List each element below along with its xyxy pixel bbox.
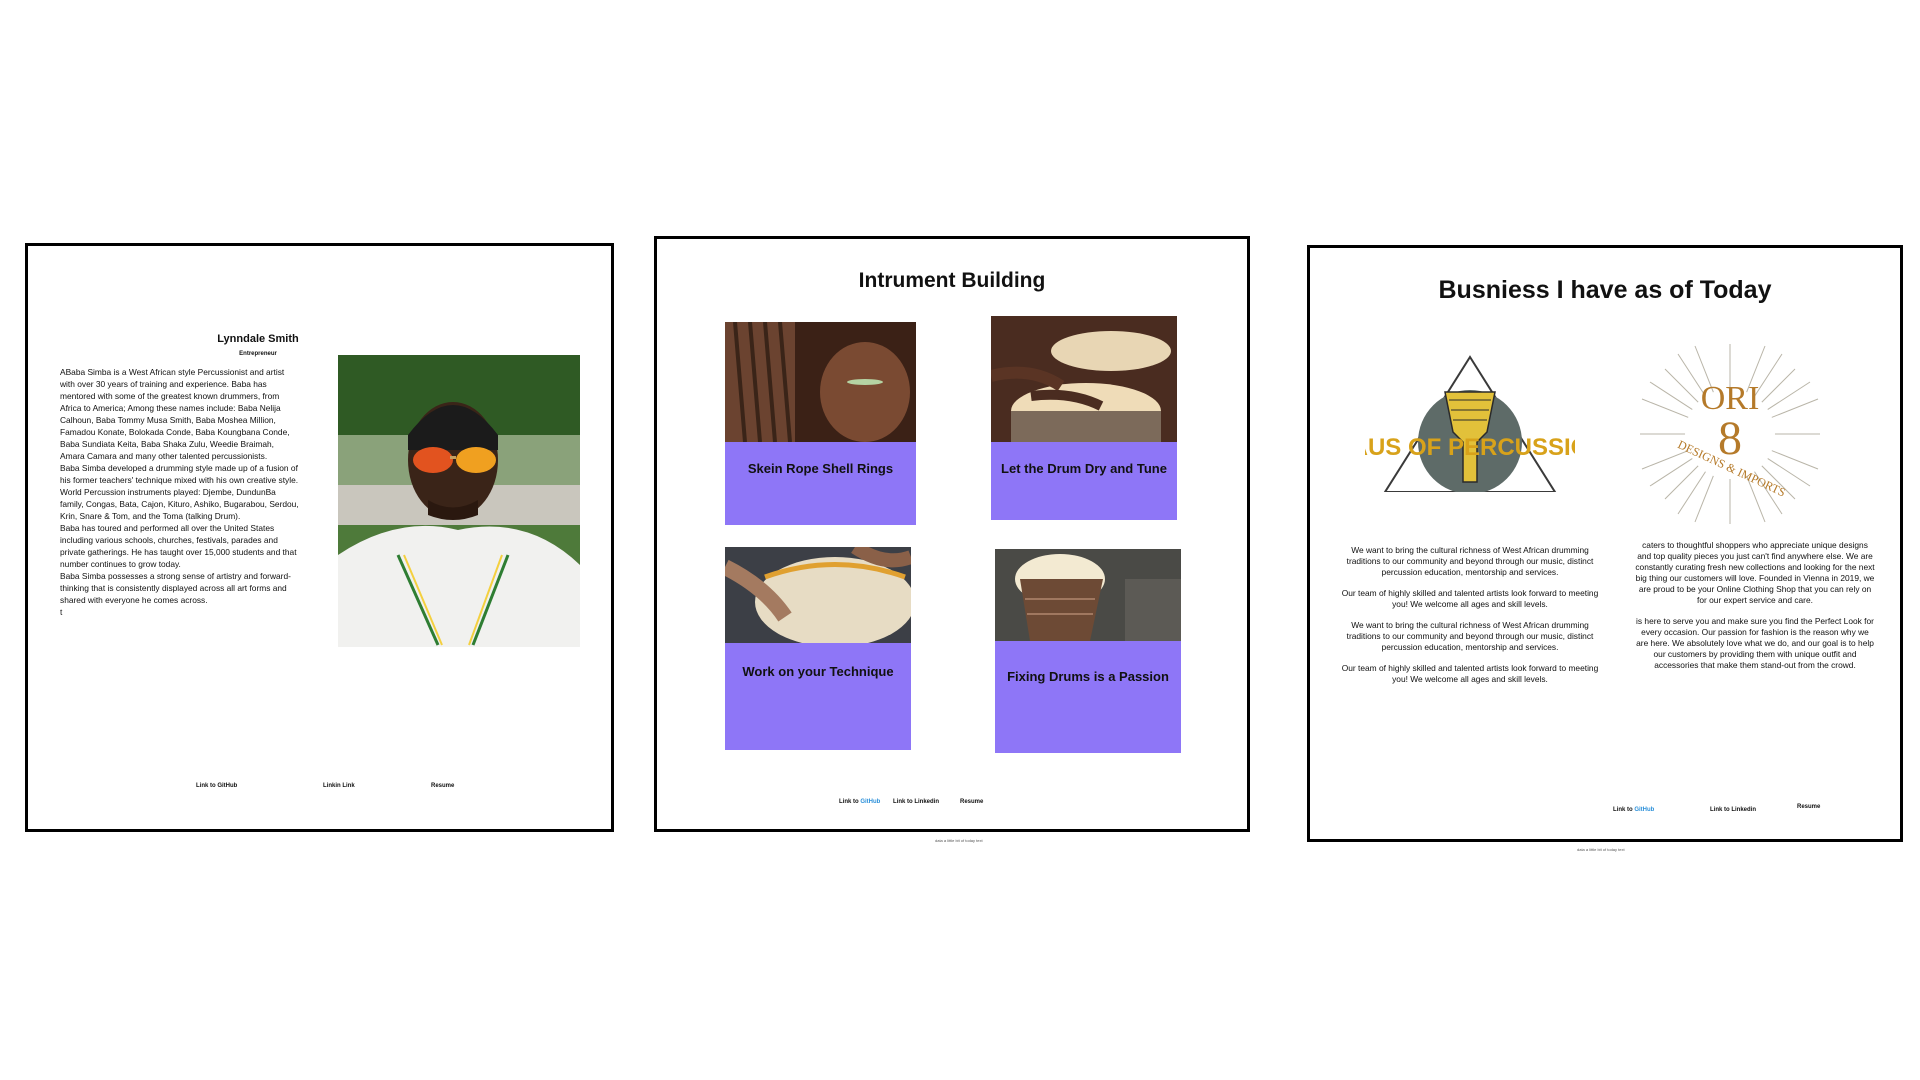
- instrument-title: Intrument Building: [858, 269, 1046, 292]
- bio-paragraph: Baba Simba possesses a strong sense of a…: [60, 571, 291, 605]
- ori8-designs-logo: ORI 8 DESIGNS & IMPORTS: [1640, 344, 1820, 524]
- description-paragraph: Our team of highly skilled and talented …: [1341, 663, 1599, 684]
- linkedin-link[interactable]: Link to Linkedin: [1710, 807, 1756, 813]
- description-paragraph: We want to bring the cultural richness o…: [1346, 545, 1594, 577]
- card-caption: Work on your Technique: [742, 664, 894, 679]
- github-link-prefix: Link to: [1613, 807, 1635, 813]
- github-link-prefix: Link to: [839, 799, 861, 805]
- ori8-description: caters to thoughtful shoppers who apprec…: [1635, 540, 1875, 681]
- profile-bio: ABaba Simba is a West African style Perc…: [60, 366, 300, 618]
- resume-link[interactable]: Resume: [1797, 804, 1820, 810]
- svg-text:HAUS OF PERCUSSION: HAUS OF PERCUSSION: [1365, 434, 1575, 461]
- card-drum-dry[interactable]: Let the Drum Dry and Tune: [991, 316, 1177, 520]
- card-caption: Skein Rope Shell Rings: [747, 461, 894, 476]
- bio-paragraph: Baba has toured and performed all over t…: [60, 523, 297, 569]
- description-paragraph: Our team of highly skilled and talented …: [1341, 588, 1599, 609]
- card-technique[interactable]: Work on your Technique: [725, 547, 911, 750]
- card-photo: [725, 322, 916, 442]
- profile-panel: Lynndale Smith Entrepreneur ABaba Simba …: [25, 243, 614, 832]
- linkedin-link[interactable]: Link to Linkedin: [893, 799, 939, 805]
- bio-paragraph: Baba Simba developed a drumming style ma…: [60, 463, 299, 521]
- resume-link[interactable]: Resume: [960, 799, 983, 805]
- card-photo: [991, 316, 1177, 442]
- linkedin-link[interactable]: Linkin Link: [323, 783, 355, 789]
- card-caption: Fixing Drums is a Passion: [1007, 669, 1169, 684]
- description-paragraph: We want to bring the cultural richness o…: [1346, 620, 1594, 652]
- card-fixing-drums[interactable]: Fixing Drums is a Passion: [995, 549, 1181, 753]
- card-photo: [995, 549, 1181, 641]
- bio-paragraph: ABaba Simba is a West African style Perc…: [60, 367, 290, 461]
- github-link[interactable]: GitHub: [860, 799, 880, 805]
- instrument-panel: Intrument Building Skein Rope Shell Ring…: [654, 236, 1250, 832]
- business-footer: data a little bit of today text: [1577, 847, 1625, 852]
- description-paragraph: caters to thoughtful shoppers who apprec…: [1635, 540, 1875, 605]
- bio-paragraph: t: [60, 607, 63, 617]
- profile-role: Entrepreneur: [239, 351, 277, 357]
- profile-name: Lynndale Smith: [217, 333, 299, 345]
- github-link-wrapper[interactable]: Link to GitHub: [1613, 807, 1654, 813]
- business-title: Busniess I have as of Today: [1438, 276, 1772, 304]
- card-skein-rope[interactable]: Skein Rope Shell Rings: [725, 322, 916, 525]
- profile-photo: [338, 355, 580, 647]
- card-photo: [725, 547, 911, 643]
- github-link[interactable]: Link to GitHub: [196, 783, 237, 789]
- github-link[interactable]: GitHub: [1634, 807, 1654, 813]
- github-link-wrapper[interactable]: Link to GitHub: [839, 799, 880, 805]
- description-paragraph: is here to serve you and make sure you f…: [1636, 616, 1874, 670]
- resume-link[interactable]: Resume: [431, 783, 454, 789]
- instrument-footer: data a little bit of today text: [935, 838, 983, 843]
- business-panel: Busniess I have as of Today HAUS OF PERC…: [1307, 245, 1903, 842]
- haus-description: We want to bring the cultural richness o…: [1340, 545, 1600, 695]
- haus-of-percussion-logo: HAUS OF PERCUSSION: [1333, 352, 1607, 494]
- card-caption: Let the Drum Dry and Tune: [1001, 461, 1167, 476]
